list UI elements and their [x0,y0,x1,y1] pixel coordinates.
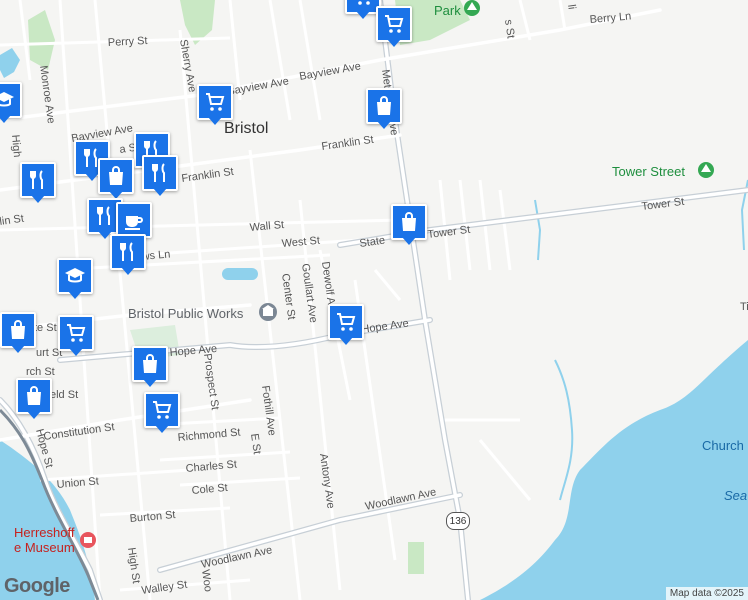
restaurant-marker[interactable] [142,155,178,199]
marker-pin [391,204,427,240]
school-marker[interactable] [57,258,93,302]
government-building-icon[interactable] [259,303,277,321]
graduation-cap-icon [0,92,14,107]
marker-pin [0,82,22,118]
perry-st-label: Perry St [108,35,148,49]
route-136-shield: 136 [446,512,470,530]
marker-pin [20,162,56,198]
marker-pin [197,84,233,120]
marker-pin [328,304,364,340]
shopping-marker[interactable] [366,88,402,132]
restaurant-marker[interactable] [20,162,56,206]
tower-street-park-label: Tower Street [612,164,685,179]
google-logo[interactable]: Google [4,575,70,598]
map-canvas[interactable]: Perry St Berry Ln Bayview Ave Bayview Av… [0,0,748,600]
eld-st-label: eld St [50,389,78,401]
marker-pin [144,392,180,428]
fork-knife-icon [152,163,165,182]
ti-label: Ti [740,301,748,313]
shopping-marker[interactable] [16,378,52,422]
fork-knife-icon [30,170,43,189]
shopping-bag-icon [27,386,41,405]
shopping-bag-icon [109,166,123,185]
shopping-marker[interactable] [391,204,427,248]
bristol-public-works-label: Bristol Public Works [128,306,244,321]
shopping-bag-icon [402,212,416,231]
rch-st-label: rch St [26,366,55,378]
marker-pin [98,158,134,194]
marker-pin [366,88,402,124]
shopping-cart-icon [337,313,356,331]
park-tree-icon-top[interactable] [464,0,480,16]
marker-pin [58,315,94,351]
shopping-marker[interactable] [0,312,36,356]
high-st-label-1: High [9,134,23,158]
grocery-marker[interactable] [144,392,180,436]
shopping-cart-icon [67,324,86,342]
grocery-marker[interactable] [197,84,233,128]
shopping-cart-icon [206,93,225,111]
shopping-bag-icon [377,96,391,115]
coffee-cup-icon [125,216,143,230]
grocery-marker[interactable] [376,6,412,50]
shopping-cart-icon [153,401,172,419]
park-label: Park [434,3,461,18]
map-attribution[interactable]: Map data ©2025 [665,587,748,600]
shopping-cart-icon [358,1,370,5]
grocery-marker[interactable] [328,304,364,348]
church-cove-label: Church C [702,438,748,453]
marker-pin [132,346,168,382]
shopping-marker[interactable] [132,346,168,390]
marker-pin [57,258,93,294]
school-marker[interactable] [0,82,22,126]
museum-icon[interactable] [80,532,96,548]
shopping-bag-icon [11,320,25,339]
herreshoff-museum-label-1: Herreshoff [14,525,75,540]
marker-pin [142,155,178,191]
shopping-bag-icon [143,354,157,373]
graduation-cap-icon [65,268,85,283]
sea-label: Sea [724,488,747,503]
te-st-label: te St [34,322,57,334]
park-tree-icon[interactable] [698,162,714,178]
marker-pin [0,312,36,348]
fork-knife-icon [120,242,133,261]
shopping-cart-icon [385,15,404,33]
shopping-marker[interactable] [98,158,134,202]
marker-pin [110,234,146,270]
fork-knife-icon [97,206,110,225]
marker-pin [116,202,152,238]
marker-pin [376,6,412,42]
restaurant-marker[interactable] [110,234,146,278]
marker-pin [16,378,52,414]
herreshoff-museum-label-2: e Museum [14,540,75,555]
grocery-marker[interactable] [58,315,94,359]
